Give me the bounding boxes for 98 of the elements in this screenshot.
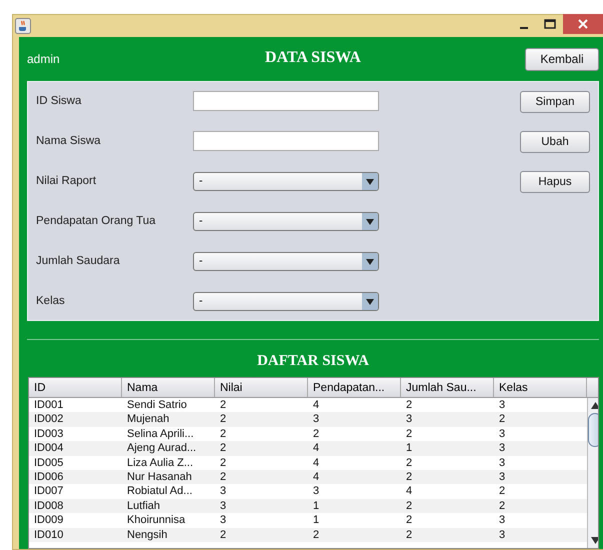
caret-icon: [362, 172, 378, 190]
dropdown[interactable]: -: [193, 212, 379, 230]
table-cell-text: ID008: [33, 498, 64, 514]
input-field[interactable]: [193, 131, 379, 151]
table-cell-text: ID009: [33, 513, 64, 528]
table-cell-text: 2: [405, 470, 414, 484]
minimize-icon: [520, 27, 528, 29]
table-cell-text: 2: [312, 426, 320, 442]
table-cell-text: 4: [312, 456, 320, 470]
table-cell-text: Nengsih: [126, 528, 168, 542]
table-cell-text: 3: [498, 513, 506, 528]
table-cell-text: ID004: [33, 441, 64, 456]
table-cell-text: 2: [219, 398, 228, 412]
column-header[interactable]: Jumlah Sau...: [401, 378, 494, 397]
field-label: Nilai Raport: [36, 175, 98, 187]
field-label: Pendapatan Orang Tua: [36, 215, 157, 227]
table-cell-text: 3: [219, 484, 228, 499]
table-cell-text: 3: [498, 426, 506, 442]
table-cell-text: Lutfiah: [126, 498, 162, 514]
up-arrow-icon: [590, 402, 598, 409]
table-cell-text: 2: [219, 470, 228, 484]
caret-icon: [362, 212, 378, 230]
table-title: DAFTAR SISWA: [256, 353, 370, 371]
table-cell-text: 2: [498, 412, 506, 427]
table-cell-text: 3: [405, 412, 414, 427]
table-cell-text: 2: [405, 498, 414, 514]
column-header[interactable]: ID: [29, 378, 122, 397]
cup-icon: [15, 18, 31, 34]
table-cell-text: 1: [312, 498, 320, 514]
dropdown[interactable]: -: [193, 172, 379, 190]
caret-icon: [362, 292, 378, 310]
table-cell-text: 3: [498, 470, 506, 484]
action-button[interactable]: Hapus: [520, 171, 590, 193]
table-cell-text: Robiatul Ad...: [126, 484, 194, 499]
table-cell-text: Selina Aprili...: [126, 426, 195, 442]
table-cell-text: 2: [219, 528, 228, 542]
table-cell-text: 3: [312, 412, 320, 427]
dropdown[interactable]: -: [193, 252, 379, 270]
table-cell-text: 3: [498, 398, 506, 412]
table-cell-text: 3: [219, 498, 228, 514]
table-cell-text: ID010: [33, 528, 64, 542]
table-cell-text: 3: [219, 513, 228, 528]
scroll-thumb[interactable]: [588, 413, 598, 447]
table-cell-text: 2: [312, 528, 320, 542]
table-cell-text: 3: [498, 528, 506, 542]
close-button[interactable]: [563, 14, 603, 34]
table-cell-text: ID002: [33, 412, 64, 427]
field-label: Kelas: [36, 295, 66, 307]
column-header[interactable]: Nama: [122, 378, 215, 397]
user-label: admin: [27, 52, 60, 66]
table-cell-text: 1: [312, 513, 320, 528]
table-cell-text: Liza Aulia Z...: [126, 456, 194, 470]
column-header[interactable]: Pendapatan...: [308, 378, 401, 397]
table-cell-text: 2: [405, 513, 414, 528]
scrollbar[interactable]: [587, 398, 598, 548]
table-cell-text: ID001: [33, 398, 64, 412]
field-label: Jumlah Saudara: [36, 255, 121, 267]
table-cell-text: 2: [498, 498, 506, 514]
back-button[interactable]: Kembali: [525, 48, 599, 70]
down-arrow-icon: [590, 537, 598, 544]
table-cell-text: 2: [219, 441, 228, 456]
table-cell-text: 2: [405, 528, 414, 542]
table-cell-text: 2: [498, 484, 506, 499]
column-header[interactable]: Kelas: [494, 378, 587, 397]
table-cell-text: 3: [498, 441, 506, 456]
table-cell-text: 4: [312, 441, 320, 456]
action-button[interactable]: Simpan: [520, 91, 590, 113]
table-cell-text: Nur Hasanah: [126, 470, 193, 484]
column-header[interactable]: Nilai: [215, 378, 308, 397]
table-cell-text: 2: [219, 456, 228, 470]
action-button[interactable]: Ubah: [520, 131, 590, 153]
table-cell-text: 1: [405, 441, 414, 456]
table-cell-text: 2: [405, 426, 414, 442]
table-cell-text: 3: [312, 484, 320, 499]
input-field[interactable]: [193, 91, 379, 111]
table-cell-text: 2: [219, 426, 228, 442]
table-cell-text: ID003: [33, 426, 64, 442]
field-label: ID Siswa: [36, 95, 82, 107]
caret-icon: [362, 252, 378, 270]
table-cell-text: 2: [219, 412, 228, 427]
table-cell-text: 4: [312, 398, 320, 412]
table-cell-text: 4: [312, 470, 320, 484]
table-cell-text: 3: [498, 456, 506, 470]
close-icon: [578, 19, 588, 29]
table-cell-text: 4: [405, 484, 414, 499]
table-cell-text: Khoirunnisa: [126, 513, 186, 528]
table-cell-text: 2: [405, 456, 414, 470]
field-label: Nama Siswa: [36, 135, 102, 147]
table-cell-text: Sendi Satrio: [126, 398, 188, 412]
table-cell-text: 2: [405, 398, 414, 412]
page-title: DATA SISWA: [265, 49, 361, 67]
table-cell-text: ID006: [33, 470, 64, 484]
table-cell-text: Ajeng Aurad...: [126, 441, 198, 456]
maximize-icon: [544, 19, 556, 29]
dropdown[interactable]: -: [193, 292, 379, 310]
table-cell-text: Mujenah: [126, 412, 170, 427]
table-cell-text: ID007: [33, 484, 64, 499]
table-cell-text: ID005: [33, 456, 64, 470]
